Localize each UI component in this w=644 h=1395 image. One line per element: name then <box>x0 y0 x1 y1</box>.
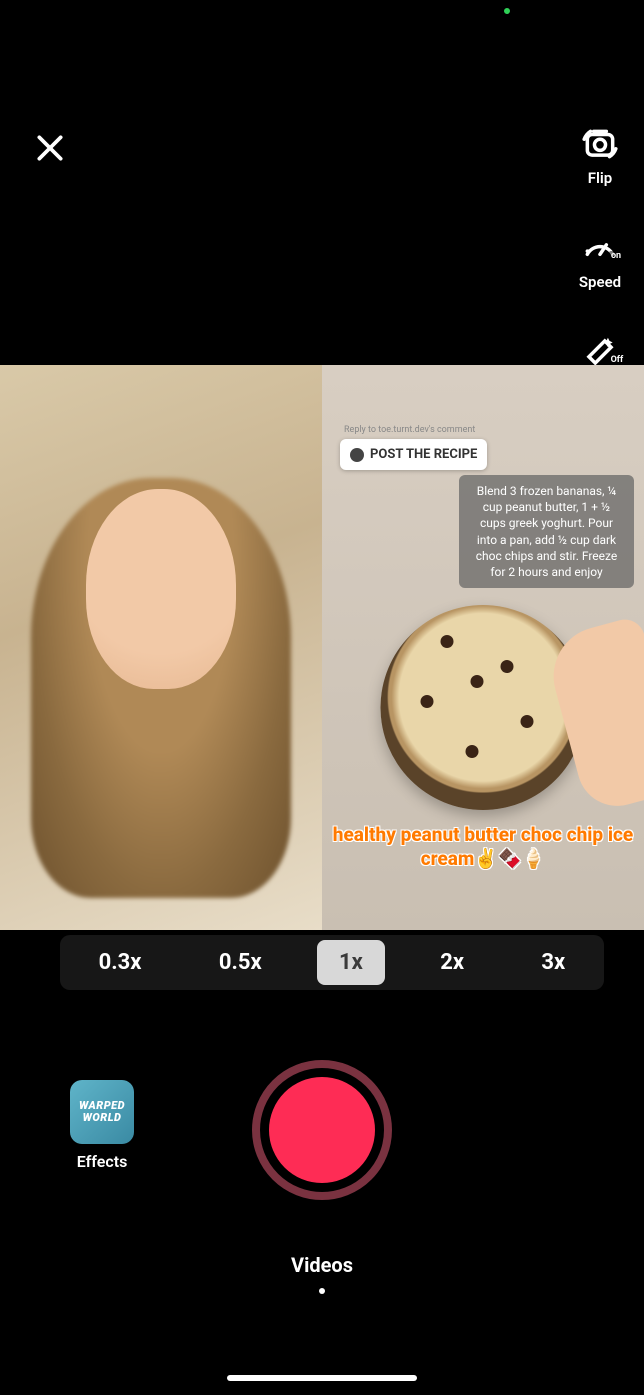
flip-label: Flip <box>588 169 612 187</box>
record-button[interactable] <box>252 1060 392 1200</box>
mode-indicator-dot <box>319 1288 325 1294</box>
zoom-option-selected[interactable]: 1x <box>317 940 385 985</box>
food-bowl-graphic <box>381 605 586 810</box>
camera-preview-duet: Reply to toe.turnt.dev's comment POST TH… <box>0 365 644 930</box>
speed-button[interactable]: on Speed <box>579 229 621 291</box>
recipe-overlay-text: Blend 3 frozen bananas, ¼ cup peanut but… <box>459 475 634 588</box>
preview-selfie-pane[interactable] <box>0 365 322 930</box>
effects-thumbnail: WARPED WORLD <box>70 1080 134 1144</box>
speedometer-icon <box>581 229 619 267</box>
flip-camera-button[interactable]: Flip <box>581 125 619 187</box>
comment-avatar-icon <box>350 448 364 462</box>
camera-active-indicator <box>504 8 510 14</box>
flip-icon <box>581 125 619 163</box>
preview-source-pane[interactable]: Reply to toe.turnt.dev's comment POST TH… <box>322 365 644 930</box>
close-button[interactable] <box>30 130 70 170</box>
record-icon <box>269 1077 375 1183</box>
speed-label: Speed <box>579 273 621 291</box>
reply-comment-chip[interactable]: POST THE RECIPE <box>340 439 487 470</box>
zoom-option[interactable]: 0.5x <box>197 940 284 985</box>
zoom-selector: 0.3x 0.5x 1x 2x 3x <box>60 935 604 990</box>
effects-label: Effects <box>77 1152 128 1171</box>
source-video-caption: healthy peanut butter choc chip ice crea… <box>322 823 644 872</box>
close-icon <box>34 132 66 168</box>
selfie-placeholder-face <box>86 489 236 689</box>
zoom-option[interactable]: 0.3x <box>77 940 164 985</box>
zoom-option[interactable]: 2x <box>418 940 486 985</box>
effects-button[interactable]: WARPED WORLD Effects <box>70 1080 134 1171</box>
home-indicator[interactable] <box>227 1375 417 1381</box>
capture-mode-selected[interactable]: Videos <box>291 1253 353 1277</box>
reply-context-text: Reply to toe.turnt.dev's comment <box>344 425 475 435</box>
zoom-option[interactable]: 3x <box>519 940 587 985</box>
effects-tile-text: WARPED WORLD <box>70 1100 134 1123</box>
reply-comment-text: POST THE RECIPE <box>370 447 477 462</box>
beauty-state-badge: Off <box>609 355 626 365</box>
speed-state-badge: on <box>609 251 623 261</box>
